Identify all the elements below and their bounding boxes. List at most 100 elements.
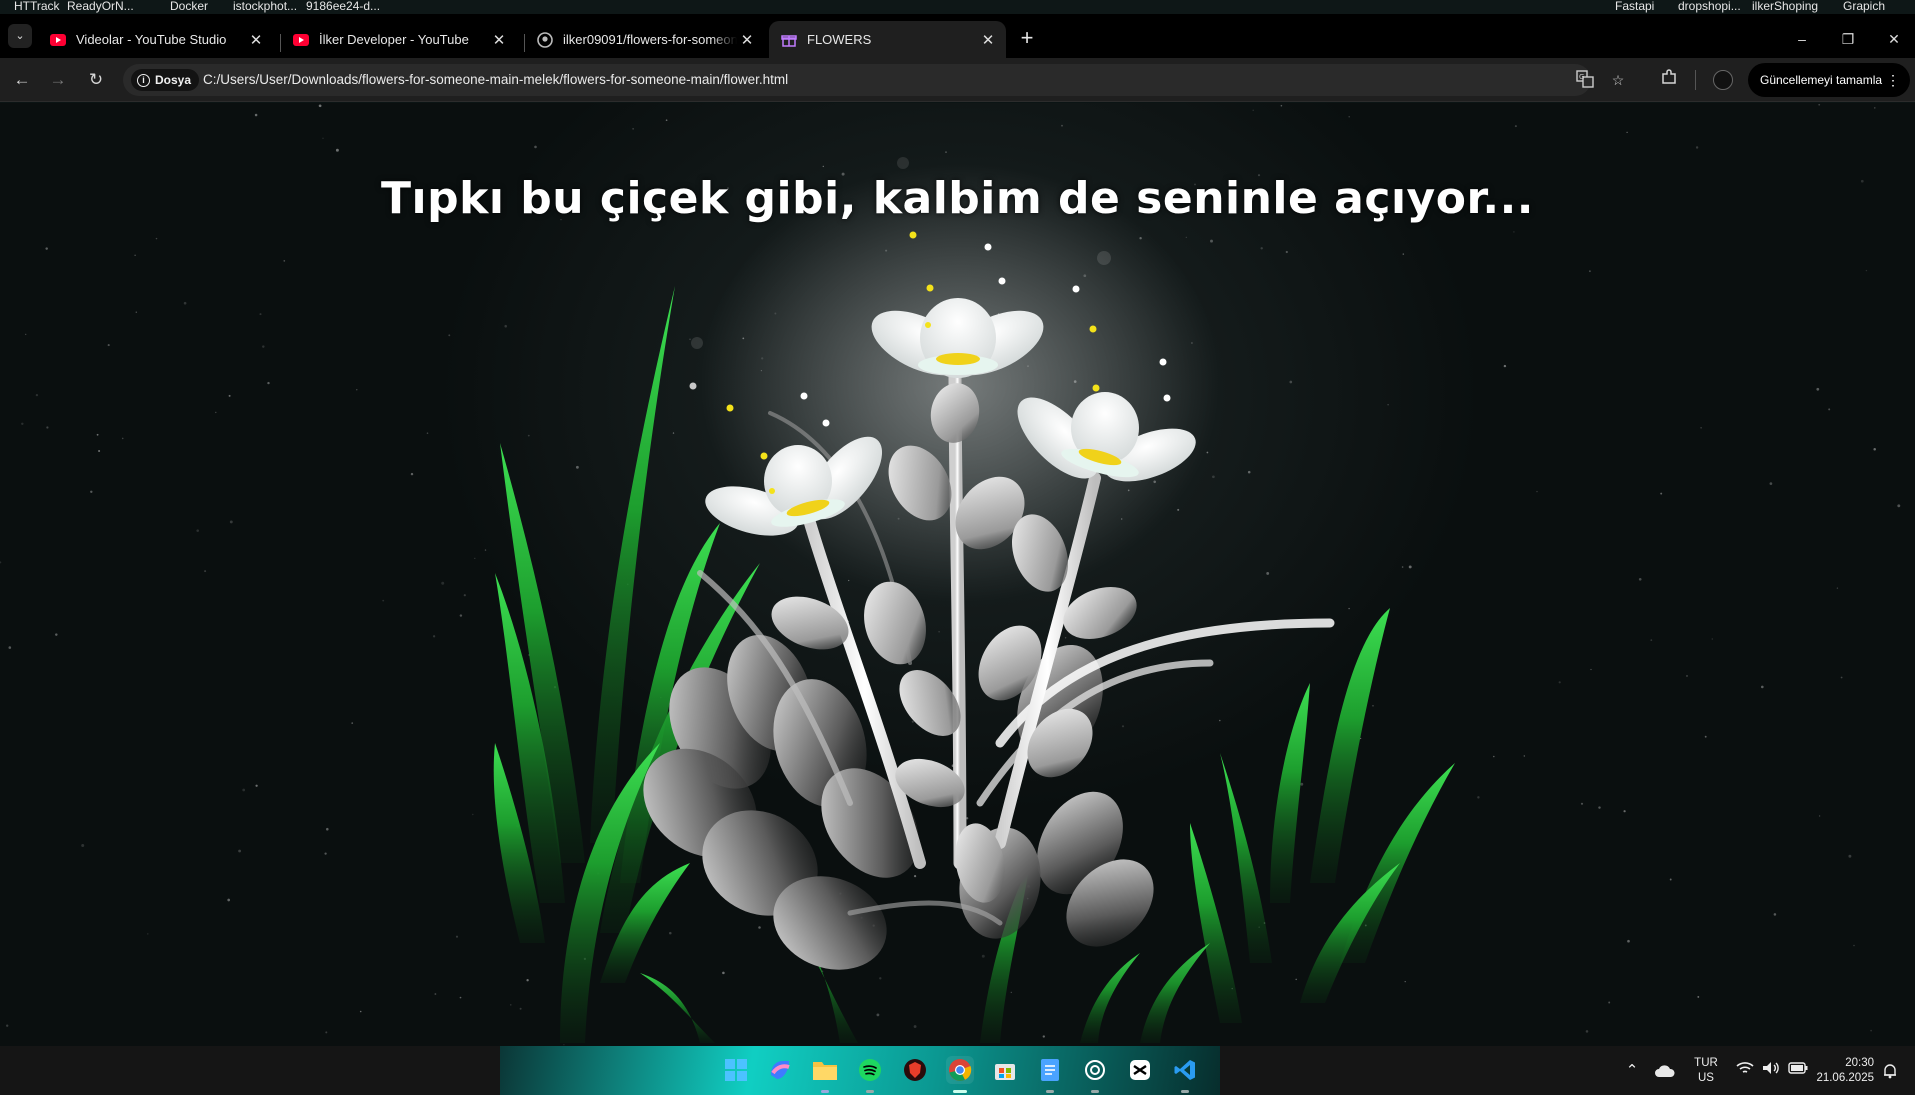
- youtube-icon: [293, 32, 309, 48]
- reload-button[interactable]: ↻: [84, 68, 108, 92]
- star: [1348, 607, 1350, 610]
- spotify-icon[interactable]: [856, 1056, 884, 1084]
- tab-github-repo[interactable]: ilker09091/flowers-for-someone-main ✕: [525, 21, 765, 58]
- profile-avatar[interactable]: [1713, 70, 1733, 90]
- wifi-icon: [1736, 1061, 1754, 1080]
- close-icon[interactable]: ✕: [737, 31, 757, 49]
- close-icon[interactable]: ✕: [978, 31, 998, 49]
- bookmark-item[interactable]: Docker: [170, 0, 208, 13]
- close-icon[interactable]: ✕: [489, 31, 509, 49]
- star: [448, 334, 451, 337]
- star: [1372, 704, 1374, 707]
- star: [632, 128, 634, 130]
- star: [90, 490, 93, 494]
- star: [204, 570, 207, 573]
- store-icon[interactable]: [991, 1056, 1019, 1084]
- bookmark-item[interactable]: Fastapi: [1615, 0, 1654, 13]
- bookmark-star-icon[interactable]: ☆: [1608, 70, 1628, 90]
- star: [6, 1024, 9, 1027]
- star: [1848, 854, 1852, 858]
- copilot-icon[interactable]: [766, 1056, 794, 1084]
- extensions-button[interactable]: [1657, 68, 1681, 92]
- clock-date: 21.06.2025: [1816, 1071, 1874, 1084]
- star: [1266, 571, 1270, 575]
- new-tab-button[interactable]: +: [1014, 26, 1040, 52]
- star: [1285, 250, 1288, 254]
- translate-icon[interactable]: G: [1575, 70, 1595, 90]
- update-button-label: Güncellemeyi tamamla: [1760, 73, 1883, 87]
- minimize-button[interactable]: –: [1782, 28, 1822, 50]
- bookmark-item[interactable]: 9186ee24-d...: [306, 0, 380, 13]
- star: [1669, 878, 1672, 881]
- forward-button[interactable]: →: [46, 68, 70, 92]
- star: [283, 260, 286, 262]
- tab-search-button[interactable]: ⌄: [8, 24, 32, 48]
- star: [1289, 380, 1293, 384]
- star: [669, 931, 672, 935]
- system-tray[interactable]: [1732, 1046, 1812, 1095]
- star: [183, 301, 187, 305]
- star: [1828, 408, 1831, 411]
- bookmark-item[interactable]: ilkerShoping: [1752, 0, 1818, 13]
- star: [1121, 725, 1125, 728]
- star: [1598, 806, 1601, 809]
- windows-start-icon[interactable]: [722, 1056, 750, 1084]
- star: [1865, 269, 1868, 272]
- star: [455, 935, 459, 938]
- tab-youtube-studio[interactable]: Videolar - YouTube Studio ✕: [38, 21, 274, 58]
- chrome-icon[interactable]: [946, 1056, 974, 1084]
- file-explorer-icon[interactable]: [811, 1056, 839, 1084]
- star: [35, 393, 39, 397]
- back-button[interactable]: ←: [10, 68, 34, 92]
- star: [21, 422, 24, 426]
- bookmark-item[interactable]: Grapich: [1843, 0, 1885, 13]
- star: [1408, 565, 1412, 569]
- chevron-up-icon[interactable]: ⌃: [1622, 1046, 1642, 1095]
- star: [1704, 735, 1707, 738]
- clock[interactable]: 20:30 21.06.2025: [1808, 1046, 1874, 1095]
- star: [1874, 107, 1876, 109]
- star: [215, 411, 217, 414]
- bookmark-item[interactable]: dropshopi...: [1678, 0, 1741, 13]
- star: [1477, 796, 1480, 799]
- restore-button[interactable]: ❐: [1828, 28, 1868, 50]
- star: [504, 324, 507, 328]
- star: [356, 389, 358, 391]
- brave-icon[interactable]: [901, 1056, 929, 1084]
- navigation-bar: ← → ↻ i Dosya C:/Users/User/Downloads/fl…: [0, 58, 1915, 102]
- notepad-icon[interactable]: [1036, 1056, 1064, 1084]
- tab-flowers[interactable]: FLOWERS ✕: [769, 21, 1006, 58]
- star: [322, 137, 324, 139]
- bookmark-item[interactable]: HTTrack: [14, 0, 60, 13]
- close-icon[interactable]: ✕: [246, 31, 266, 49]
- more-menu-icon[interactable]: ⋮: [1886, 72, 1900, 89]
- star: [722, 971, 725, 975]
- close-window-button[interactable]: ✕: [1874, 28, 1914, 50]
- vscode-icon[interactable]: [1171, 1056, 1199, 1084]
- bookmark-item[interactable]: istockphot...: [233, 0, 297, 13]
- star: [1260, 247, 1263, 250]
- bookmark-item[interactable]: ReadyOrN...: [67, 0, 134, 13]
- capcut-icon[interactable]: [1126, 1056, 1154, 1084]
- star: [196, 529, 199, 532]
- star: [1818, 815, 1821, 817]
- bookmarks-strip: HTTrack ReadyOrN... Docker istockphot...…: [0, 0, 1915, 14]
- arrow-left-icon: ←: [13, 70, 31, 89]
- update-button[interactable]: Güncellemeyi tamamla ⋮: [1748, 63, 1910, 97]
- chatgpt-icon[interactable]: [1081, 1056, 1109, 1084]
- notification-bell-icon[interactable]: [1882, 1046, 1902, 1095]
- url-text[interactable]: C:/Users/User/Downloads/flowers-for-some…: [203, 64, 788, 96]
- star: [325, 1031, 328, 1034]
- address-bar[interactable]: i Dosya C:/Users/User/Downloads/flowers-…: [123, 64, 1624, 96]
- tab-ilker-developer[interactable]: İlker Developer - YouTube ✕: [281, 21, 517, 58]
- star: [238, 849, 242, 853]
- site-info-chip[interactable]: i Dosya: [131, 69, 200, 91]
- star: [107, 344, 110, 347]
- star: [324, 852, 327, 855]
- star: [1897, 504, 1901, 508]
- onedrive-icon[interactable]: [1654, 1046, 1680, 1095]
- language-indicator[interactable]: TUR US: [1690, 1046, 1722, 1095]
- star: [938, 631, 940, 633]
- star: [1061, 124, 1063, 127]
- star: [1513, 231, 1515, 233]
